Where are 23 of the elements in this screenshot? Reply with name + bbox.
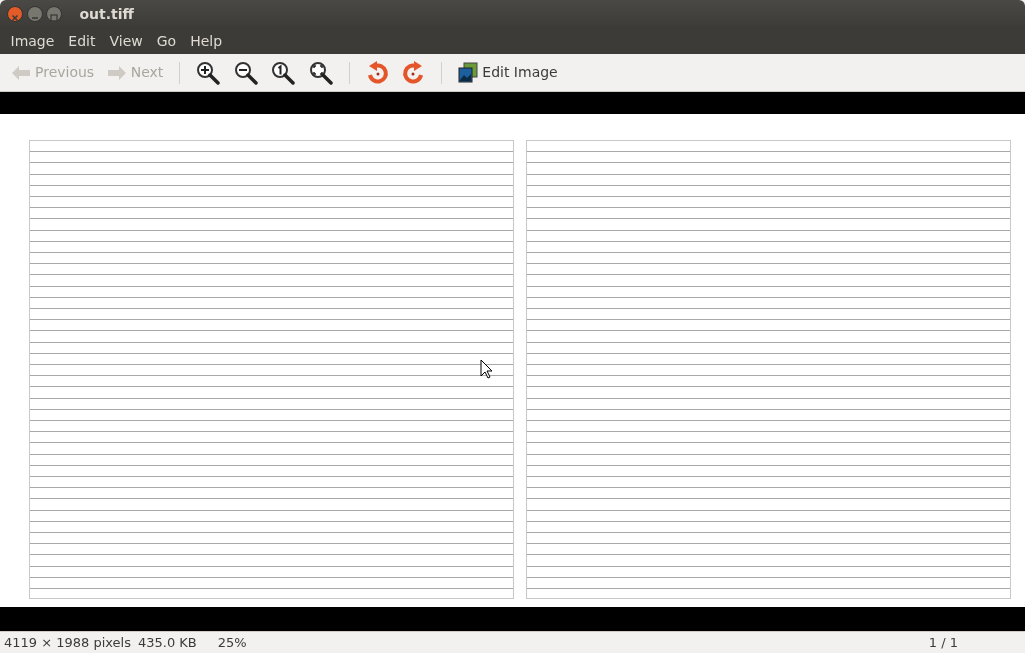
toolbar-button[interactable]: Edit Image xyxy=(453,57,562,88)
menu-item[interactable]: Image xyxy=(3,30,62,52)
file-size: 435.0 KB xyxy=(138,633,197,652)
image-dimensions: 4119 × 1988 pixels xyxy=(4,633,131,652)
zoom-original-icon xyxy=(270,60,297,85)
maximize-button[interactable] xyxy=(46,6,62,22)
menu-item[interactable]: Help xyxy=(183,30,230,52)
zoom-level: 25% xyxy=(217,633,247,652)
zoom-in-icon xyxy=(195,60,222,85)
menu-item[interactable]: View xyxy=(102,30,150,52)
minimize-button[interactable] xyxy=(26,6,43,22)
right-arrow-icon xyxy=(105,63,128,82)
window-title: out.tiff xyxy=(79,4,134,24)
zoom-fit-icon xyxy=(307,60,334,85)
photo-icon xyxy=(457,61,480,84)
image-position: 1 / 1 xyxy=(928,633,959,652)
zoom-out-icon xyxy=(232,60,259,85)
rotate-right-icon xyxy=(401,60,426,85)
menu-item[interactable]: Edit xyxy=(61,30,103,52)
menu-item[interactable]: Go xyxy=(149,30,184,52)
close-button[interactable] xyxy=(7,6,23,22)
pointer-icon xyxy=(480,359,493,379)
rotate-left-icon xyxy=(365,60,390,85)
